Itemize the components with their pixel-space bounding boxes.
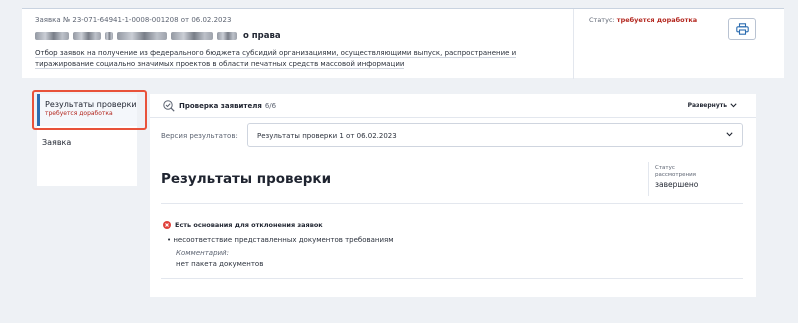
redacted-text [171, 32, 213, 40]
divider [648, 162, 649, 196]
organization-suffix: о права [243, 31, 281, 41]
applicant-check-header: Проверка заявителя 6/6 Развернуть [150, 94, 756, 118]
status-label: Статус: [589, 16, 615, 24]
redacted-text [117, 32, 167, 40]
review-status-label: Статус рассмотрения [655, 165, 696, 178]
divider [161, 278, 743, 279]
version-value: Результаты проверки 1 от 06.02.2023 [257, 132, 397, 140]
divider [161, 203, 743, 204]
version-select[interactable]: Результаты проверки 1 от 06.02.2023 [247, 123, 743, 147]
application-header: Заявка № 23-071-64941-1-0008-001208 от 0… [22, 8, 784, 79]
version-label: Версия результатов: [161, 132, 238, 140]
print-button[interactable] [728, 18, 756, 40]
application-info: Заявка № 23-071-64941-1-0008-001208 от 0… [22, 9, 574, 79]
expand-label: Развернуть [687, 102, 727, 109]
check-count: 6/6 [264, 102, 277, 110]
error-icon [163, 221, 171, 229]
highlight-frame [32, 90, 147, 130]
applicant-check-title: Проверка заявителя 6/6 [179, 102, 277, 110]
check-results-panel: Проверка заявителя 6/6 Развернуть Версия … [150, 94, 756, 297]
review-status-value: завершено [655, 180, 699, 189]
status-value: требуется доработка [616, 16, 698, 24]
review-status: Статус рассмотрения завершено [655, 165, 710, 189]
redacted-text [35, 32, 69, 40]
comment-label: Комментарий: [176, 249, 229, 257]
rejection-grounds-title: Есть основания для отклонения заявок [175, 221, 323, 229]
redacted-text [73, 32, 101, 40]
chevron-down-icon [726, 132, 733, 137]
sidebar-item-application[interactable]: Заявка [37, 134, 137, 150]
selection-description: Отбор заявок на получение из федеральног… [35, 49, 517, 69]
redacted-text [217, 32, 237, 40]
sidebar-item-label: Заявка [42, 138, 72, 147]
application-status: Статус: требуется доработка [589, 16, 697, 24]
rejection-grounds-header: Есть основания для отклонения заявок [163, 221, 323, 229]
results-title: Результаты проверки [161, 171, 332, 187]
search-check-icon [163, 100, 175, 112]
printer-icon [735, 23, 749, 35]
comment-text: нет пакета документов [176, 260, 264, 268]
chevron-down-icon [730, 103, 737, 108]
expand-button[interactable]: Развернуть [688, 102, 737, 109]
organization-name: о права [35, 30, 281, 42]
redacted-text [105, 32, 113, 40]
reason-list-item: • несоответствие представленных документ… [167, 236, 394, 244]
application-number: Заявка № 23-071-64941-1-0008-001208 от 0… [35, 16, 232, 24]
